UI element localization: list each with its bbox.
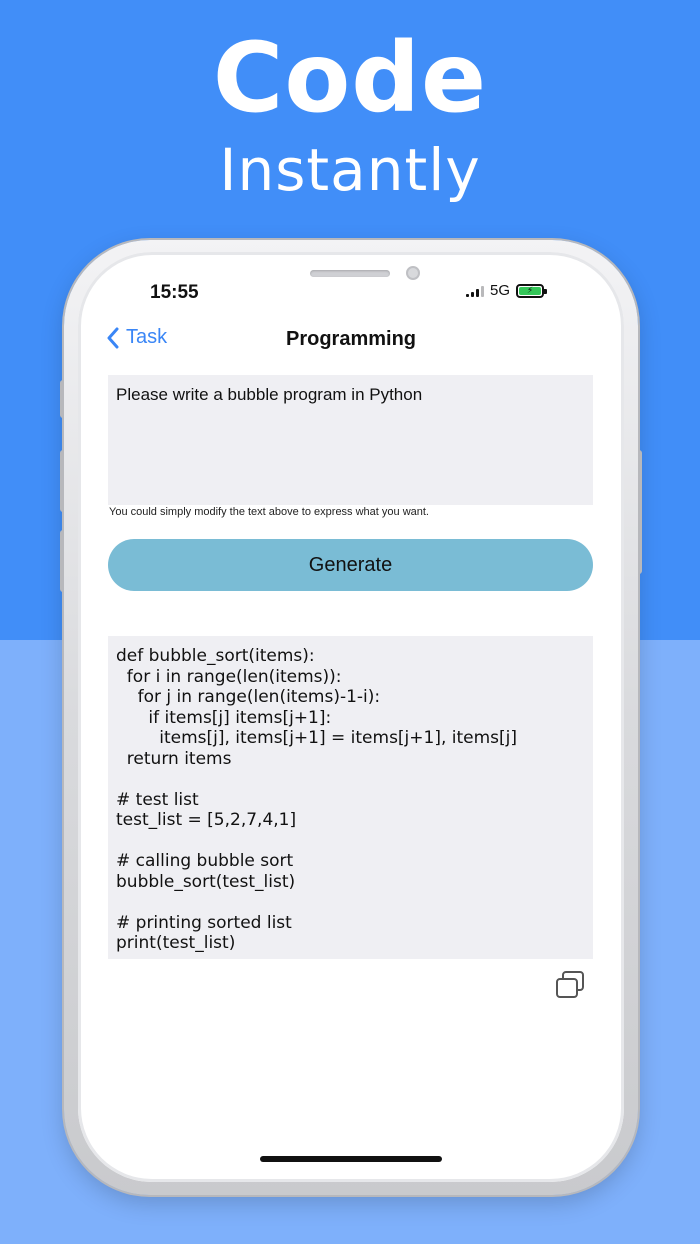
copy-icon <box>556 971 584 998</box>
copy-button[interactable] <box>554 970 588 1002</box>
front-camera <box>406 266 420 280</box>
earpiece-speaker <box>310 270 390 277</box>
battery-charging-icon: ⚡ <box>516 283 548 298</box>
page-title: Programming <box>285 328 417 350</box>
status-indicators: 5G ⚡ <box>466 282 548 299</box>
promo-headline: Code <box>212 22 488 134</box>
home-indicator <box>260 1156 442 1162</box>
status-time: 15:55 <box>150 282 199 303</box>
generate-button[interactable]: Generate <box>108 539 593 591</box>
prompt-input[interactable]: Please write a bubble program in Python <box>108 375 593 505</box>
cellular-signal-icon <box>466 285 484 297</box>
code-output: def bubble_sort(items): for i in range(l… <box>108 636 593 959</box>
promo-subheadline: Instantly <box>219 136 481 204</box>
network-type: 5G <box>490 282 511 299</box>
phone-screen: 15:55 5G ⚡ Task Programming Please write… <box>78 252 624 1182</box>
prompt-hint: You could simply modify the text above t… <box>109 506 429 518</box>
